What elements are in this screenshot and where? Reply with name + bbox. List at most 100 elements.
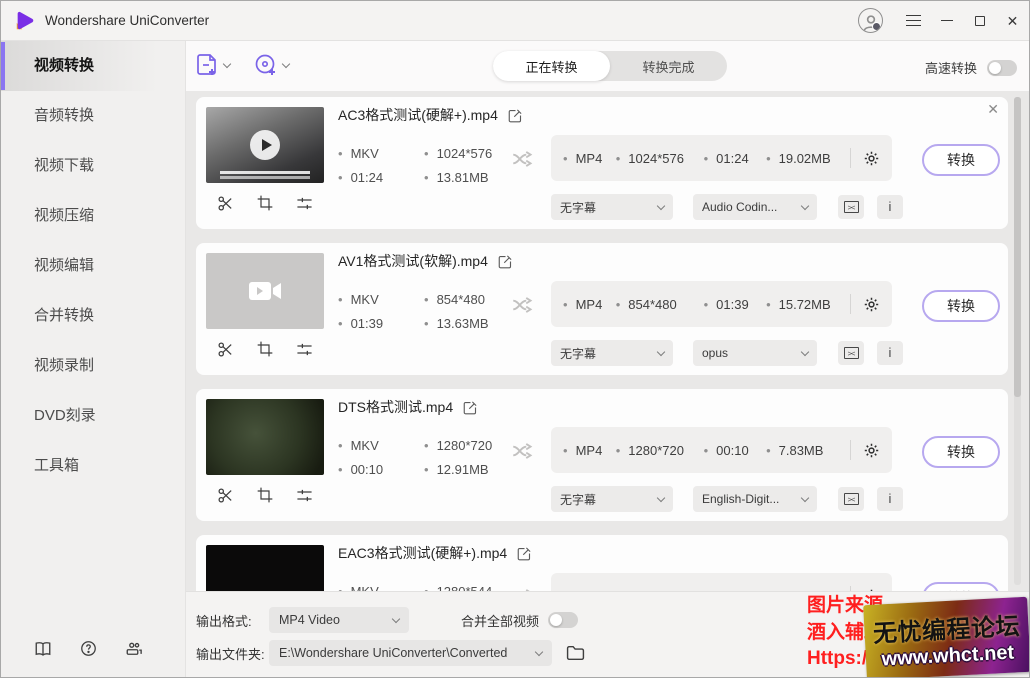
- crop-icon[interactable]: [257, 195, 273, 211]
- sidebar-item-toolbox[interactable]: 工具箱: [1, 441, 185, 491]
- minimize-icon: [941, 20, 953, 22]
- info-button[interactable]: [877, 341, 903, 365]
- crop-icon[interactable]: [257, 341, 273, 357]
- convert-button[interactable]: 转换: [922, 290, 1000, 322]
- close-icon: ✕: [1007, 14, 1019, 28]
- open-folder-button[interactable]: [566, 645, 585, 661]
- subtitle-value: 无字幕: [560, 491, 596, 508]
- trim-icon[interactable]: [217, 341, 234, 358]
- source-size: 12.91MB: [424, 462, 492, 477]
- compress-icon: [844, 493, 859, 505]
- output-format-value: MP4 Video: [279, 613, 340, 627]
- sidebar-item-video-compress[interactable]: 视频压缩: [1, 191, 185, 241]
- sidebar-item-dvd-burn[interactable]: DVD刻录: [1, 391, 185, 441]
- chevron-down-icon: [657, 493, 665, 501]
- source-duration: 01:24: [338, 170, 424, 185]
- gear-icon[interactable]: [863, 150, 880, 167]
- sidebar-item-audio-convert[interactable]: 音频转换: [1, 91, 185, 141]
- output-format-select[interactable]: MP4 Video: [269, 607, 409, 633]
- compress-button[interactable]: [838, 487, 864, 511]
- account-avatar[interactable]: [858, 8, 883, 33]
- audio-select[interactable]: English-Digit...: [693, 486, 817, 512]
- subtitle-value: 无字幕: [560, 199, 596, 216]
- gear-icon[interactable]: [863, 296, 880, 313]
- output-format: MP4: [563, 443, 616, 458]
- output-folder-select[interactable]: E:\Wondershare UniConverter\Converted: [269, 640, 552, 666]
- compress-button[interactable]: [838, 195, 864, 219]
- info-button[interactable]: [877, 487, 903, 511]
- sidebar-item-video-convert[interactable]: 视频转换: [1, 41, 185, 91]
- rename-icon[interactable]: [517, 546, 532, 561]
- chevron-down-icon: [282, 59, 290, 67]
- task-card: DTS格式测试.mp4 MKV 1280*720 00:10 12.91MB M…: [196, 389, 1008, 521]
- scrollbar-track[interactable]: [1014, 97, 1021, 585]
- subtitle-select[interactable]: 无字幕: [551, 486, 673, 512]
- sidebar-item-merge-convert[interactable]: 合并转换: [1, 291, 185, 341]
- video-thumbnail[interactable]: [206, 107, 324, 183]
- minimize-button[interactable]: [930, 1, 963, 41]
- tab-converting[interactable]: 正在转换: [493, 51, 610, 81]
- rename-icon[interactable]: [508, 108, 523, 123]
- main-toolbar: 正在转换 转换完成 高速转换: [186, 41, 1029, 91]
- sidebar-item-video-download[interactable]: 视频下载: [1, 141, 185, 191]
- rename-icon[interactable]: [463, 400, 478, 415]
- compress-icon: [844, 347, 859, 359]
- maximize-icon: [975, 16, 985, 26]
- convert-arrows-icon: [510, 292, 536, 318]
- menu-button[interactable]: [897, 1, 930, 41]
- convert-button[interactable]: 转换: [922, 144, 1000, 176]
- output-duration: 01:24: [704, 151, 766, 166]
- tab-converted[interactable]: 转换完成: [610, 51, 727, 81]
- help-icon[interactable]: [80, 640, 97, 657]
- titlebar: Wondershare UniConverter ✕: [1, 1, 1029, 41]
- source-format: MKV: [338, 584, 424, 592]
- task-card: ✕ AC3格式测试(硬解+).mp4: [196, 97, 1008, 229]
- maximize-button[interactable]: [963, 1, 996, 41]
- effect-settings-icon[interactable]: [296, 488, 313, 503]
- add-file-button[interactable]: [197, 53, 230, 77]
- output-settings-box: MP4 1280*720 00:10 7.83MB: [551, 427, 892, 473]
- add-dvd-button[interactable]: [254, 53, 289, 77]
- trim-icon[interactable]: [217, 487, 234, 504]
- task-list: ✕ AC3格式测试(硬解+).mp4: [186, 91, 1029, 591]
- community-icon[interactable]: [125, 641, 143, 657]
- output-folder-label: 输出文件夹:: [196, 644, 269, 663]
- convert-arrows-icon: [510, 438, 536, 464]
- trim-icon[interactable]: [217, 195, 234, 212]
- play-icon[interactable]: [250, 130, 280, 160]
- audio-value: Audio Codin...: [702, 200, 777, 214]
- sidebar-item-video-edit[interactable]: 视频编辑: [1, 241, 185, 291]
- audio-select[interactable]: Audio Codin...: [693, 194, 817, 220]
- scrollbar-thumb[interactable]: [1014, 97, 1021, 397]
- compress-button[interactable]: [838, 341, 864, 365]
- video-thumbnail[interactable]: [206, 253, 324, 329]
- sidebar-item-video-record[interactable]: 视频录制: [1, 341, 185, 391]
- guide-book-icon[interactable]: [34, 641, 52, 657]
- source-format: MKV: [338, 146, 424, 161]
- merge-all-toggle[interactable]: [548, 612, 578, 628]
- info-icon: [889, 344, 892, 362]
- gear-icon[interactable]: [863, 442, 880, 459]
- task-card: EAC3格式测试(硬解+).mp4 MKV 1280*544 MP4 1280*…: [196, 535, 1008, 591]
- effect-settings-icon[interactable]: [296, 196, 313, 211]
- output-size: 19.02MB: [766, 151, 850, 166]
- high-speed-toggle[interactable]: [987, 60, 1017, 76]
- info-button[interactable]: [877, 195, 903, 219]
- remove-task-icon[interactable]: ✕: [987, 102, 999, 116]
- convert-button[interactable]: 转换: [922, 436, 1000, 468]
- convert-button[interactable]: 转换: [922, 582, 1000, 591]
- source-duration: 01:39: [338, 316, 424, 331]
- video-thumbnail[interactable]: [206, 399, 324, 475]
- close-button[interactable]: ✕: [996, 1, 1029, 41]
- app-window: Wondershare UniConverter ✕ 视频转换 音频转换 视频下…: [0, 0, 1030, 678]
- crop-icon[interactable]: [257, 487, 273, 503]
- audio-value: opus: [702, 346, 728, 360]
- output-size: 15.72MB: [766, 297, 850, 312]
- audio-select[interactable]: opus: [693, 340, 817, 366]
- rename-icon[interactable]: [498, 254, 513, 269]
- video-thumbnail[interactable]: [206, 545, 324, 591]
- video-camera-icon: [248, 280, 282, 302]
- subtitle-select[interactable]: 无字幕: [551, 340, 673, 366]
- effect-settings-icon[interactable]: [296, 342, 313, 357]
- subtitle-select[interactable]: 无字幕: [551, 194, 673, 220]
